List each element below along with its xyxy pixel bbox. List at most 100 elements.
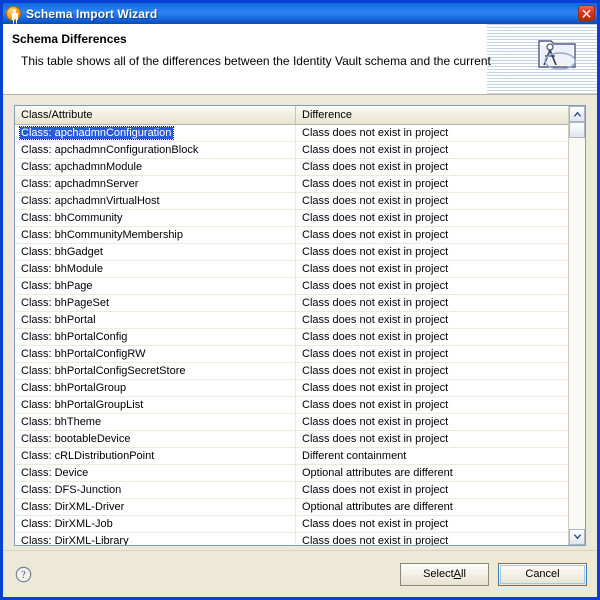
cell-difference: Optional attributes are different bbox=[296, 465, 568, 481]
wizard-banner: Schema Differences This table shows all … bbox=[3, 24, 597, 95]
cell-difference-text: Class does not exist in project bbox=[302, 535, 449, 545]
cell-difference-text: Optional attributes are different bbox=[302, 501, 453, 513]
table-row[interactable]: Class: bhPortalConfig Class does not exis… bbox=[15, 329, 568, 346]
cell-class-attribute-text: Class: bhPortal bbox=[21, 314, 96, 326]
close-icon[interactable] bbox=[578, 5, 595, 21]
cell-difference: Class does not exist in project bbox=[296, 142, 568, 158]
cell-difference-text: Class does not exist in project bbox=[302, 229, 449, 241]
column-header-class-attribute[interactable]: Class/Attribute bbox=[15, 106, 296, 124]
table-row[interactable]: Class: bhGadget Class does not exist in p… bbox=[15, 244, 568, 261]
cell-class-attribute: Class: DirXML-Library bbox=[15, 533, 296, 545]
cell-class-attribute-text: Class: bhGadget bbox=[21, 246, 103, 258]
schema-import-wizard-dialog: Schema Import Wizard Schema Differences … bbox=[0, 0, 600, 600]
cell-class-attribute-text: Class: bhPageSet bbox=[21, 297, 110, 309]
table-row[interactable]: Class: DirXML-Driver Optional attributes … bbox=[15, 499, 568, 516]
table-row[interactable]: Class: bhPortalConfigRW Class does not ex… bbox=[15, 346, 568, 363]
cell-class-attribute: Class: bhModule bbox=[15, 261, 296, 277]
cell-class-attribute-text: Class: bhModule bbox=[21, 263, 103, 275]
cancel-button[interactable]: Cancel bbox=[498, 562, 587, 586]
cell-difference: Class does not exist in project bbox=[296, 125, 568, 141]
cell-class-attribute-text: Class: bhPortalConfigSecretStore bbox=[21, 365, 186, 377]
scroll-down-icon[interactable] bbox=[569, 529, 585, 545]
cell-difference: Class does not exist in project bbox=[296, 482, 568, 498]
title-bar[interactable]: Schema Import Wizard bbox=[3, 3, 597, 24]
table-row[interactable]: Class: bhModule Class does not exist in p… bbox=[15, 261, 568, 278]
cell-difference: Class does not exist in project bbox=[296, 227, 568, 243]
cell-difference-text: Class does not exist in project bbox=[302, 246, 449, 258]
cell-class-attribute: Class: bhPortalConfigRW bbox=[15, 346, 296, 362]
cell-difference: Class does not exist in project bbox=[296, 244, 568, 260]
cell-class-attribute: Class: DirXML-Job bbox=[15, 516, 296, 532]
table-row[interactable]: Class: bhTheme Class does not exist in pr… bbox=[15, 414, 568, 431]
table-row[interactable]: Class: bhPortalConfigSecretStore Class do… bbox=[15, 363, 568, 380]
table-row[interactable]: Class: apchadmnServer Class does not exis… bbox=[15, 176, 568, 193]
cell-class-attribute: Class: DFS-Junction bbox=[15, 482, 296, 498]
cell-class-attribute-text: Class: apchadmnServer bbox=[21, 178, 139, 190]
table-row[interactable]: Class: DirXML-Job Class does not exist in… bbox=[15, 516, 568, 533]
cell-class-attribute: Class: apchadmnVirtualHost bbox=[15, 193, 296, 209]
cell-class-attribute: Class: bhPortalGroupList bbox=[15, 397, 296, 413]
scrollbar-thumb[interactable] bbox=[569, 122, 585, 138]
cell-class-attribute-text: Class: apchadmnModule bbox=[21, 161, 143, 173]
cell-difference-text: Class does not exist in project bbox=[302, 144, 449, 156]
table-row[interactable]: Class: bhCommunity Class does not exist i… bbox=[15, 210, 568, 227]
wizard-person-icon bbox=[6, 6, 21, 21]
cell-difference-text: Class does not exist in project bbox=[302, 518, 449, 530]
cell-difference: Optional attributes are different bbox=[296, 499, 568, 515]
window-title: Schema Import Wizard bbox=[26, 6, 158, 21]
table-row[interactable]: Class: bhPortal Class does not exist in p… bbox=[15, 312, 568, 329]
cell-class-attribute: Class: bhCommunityMembership bbox=[15, 227, 296, 243]
table-row[interactable]: Class: apchadmnModule Class does not exis… bbox=[15, 159, 568, 176]
cell-difference: Class does not exist in project bbox=[296, 533, 568, 545]
table-row[interactable]: Class: Device Optional attributes are dif… bbox=[15, 465, 568, 482]
table-row[interactable]: Class: bhPortalGroup Class does not exist… bbox=[15, 380, 568, 397]
cell-difference-text: Class does not exist in project bbox=[302, 161, 449, 173]
cell-difference: Class does not exist in project bbox=[296, 380, 568, 396]
cell-difference-text: Class does not exist in project bbox=[302, 348, 449, 360]
table-row[interactable]: Class: bhPortalGroupList Class does not e… bbox=[15, 397, 568, 414]
cell-difference-text: Class does not exist in project bbox=[302, 314, 449, 326]
column-header-difference[interactable]: Difference bbox=[296, 106, 568, 124]
cell-difference-text: Different containment bbox=[302, 450, 407, 462]
cell-difference: Class does not exist in project bbox=[296, 295, 568, 311]
table-row[interactable]: Class: bhPageSet Class does not exist in … bbox=[15, 295, 568, 312]
cell-class-attribute: Class: bhPortalConfigSecretStore bbox=[15, 363, 296, 379]
cell-difference: Class does not exist in project bbox=[296, 193, 568, 209]
cell-difference-text: Class does not exist in project bbox=[302, 280, 449, 292]
table-row[interactable]: Class: apchadmnConfigurationBlock Class d… bbox=[15, 142, 568, 159]
cell-class-attribute-text: Class: bootableDevice bbox=[21, 433, 131, 445]
table-row[interactable]: Class: bhCommunityMembership Class does n… bbox=[15, 227, 568, 244]
cell-class-attribute: Class: apchadmnModule bbox=[15, 159, 296, 175]
dialog-footer: ? Select All Cancel bbox=[3, 550, 597, 597]
help-question-icon[interactable]: ? bbox=[15, 566, 32, 583]
cell-difference-text: Class does not exist in project bbox=[302, 263, 449, 275]
cell-difference: Class does not exist in project bbox=[296, 210, 568, 226]
cell-difference: Class does not exist in project bbox=[296, 312, 568, 328]
table-header-row: Class/Attribute Difference bbox=[15, 106, 568, 125]
cell-difference: Class does not exist in project bbox=[296, 363, 568, 379]
cell-difference-text: Class does not exist in project bbox=[302, 212, 449, 224]
scrollbar-track[interactable] bbox=[569, 122, 585, 529]
schema-differences-table: Class/Attribute Difference Class: apchad… bbox=[14, 105, 586, 546]
table-row[interactable]: Class: apchadmnConfiguration Class does n… bbox=[15, 125, 568, 142]
table-row[interactable]: Class: cRLDistributionPoint Different con… bbox=[15, 448, 568, 465]
cell-class-attribute-text: Class: DirXML-Driver bbox=[21, 501, 125, 513]
select-all-button[interactable]: Select All bbox=[400, 562, 489, 586]
cell-class-attribute-text: Class: apchadmnConfigurationBlock bbox=[21, 144, 199, 156]
svg-text:?: ? bbox=[21, 570, 26, 581]
cell-class-attribute: Class: DirXML-Driver bbox=[15, 499, 296, 515]
vertical-scrollbar[interactable] bbox=[568, 106, 585, 545]
scroll-up-icon[interactable] bbox=[569, 106, 585, 122]
table-row[interactable]: Class: DirXML-Library Class does not exis… bbox=[15, 533, 568, 545]
cell-difference: Class does not exist in project bbox=[296, 329, 568, 345]
table-row[interactable]: Class: bhPage Class does not exist in pro… bbox=[15, 278, 568, 295]
cell-class-attribute-text: Class: bhPortalGroup bbox=[21, 382, 127, 394]
table-row[interactable]: Class: apchadmnVirtualHost Class does not… bbox=[15, 193, 568, 210]
cell-class-attribute-text: Class: bhPortalConfig bbox=[21, 331, 128, 343]
select-all-label-mnemonic: A bbox=[453, 568, 462, 580]
table-row[interactable]: Class: bootableDevice Class does not exis… bbox=[15, 431, 568, 448]
cell-difference: Class does not exist in project bbox=[296, 278, 568, 294]
table-row[interactable]: Class: DFS-Junction Class does not exist … bbox=[15, 482, 568, 499]
cell-difference: Different containment bbox=[296, 448, 568, 464]
cell-class-attribute-text: Class: bhPage bbox=[21, 280, 93, 292]
